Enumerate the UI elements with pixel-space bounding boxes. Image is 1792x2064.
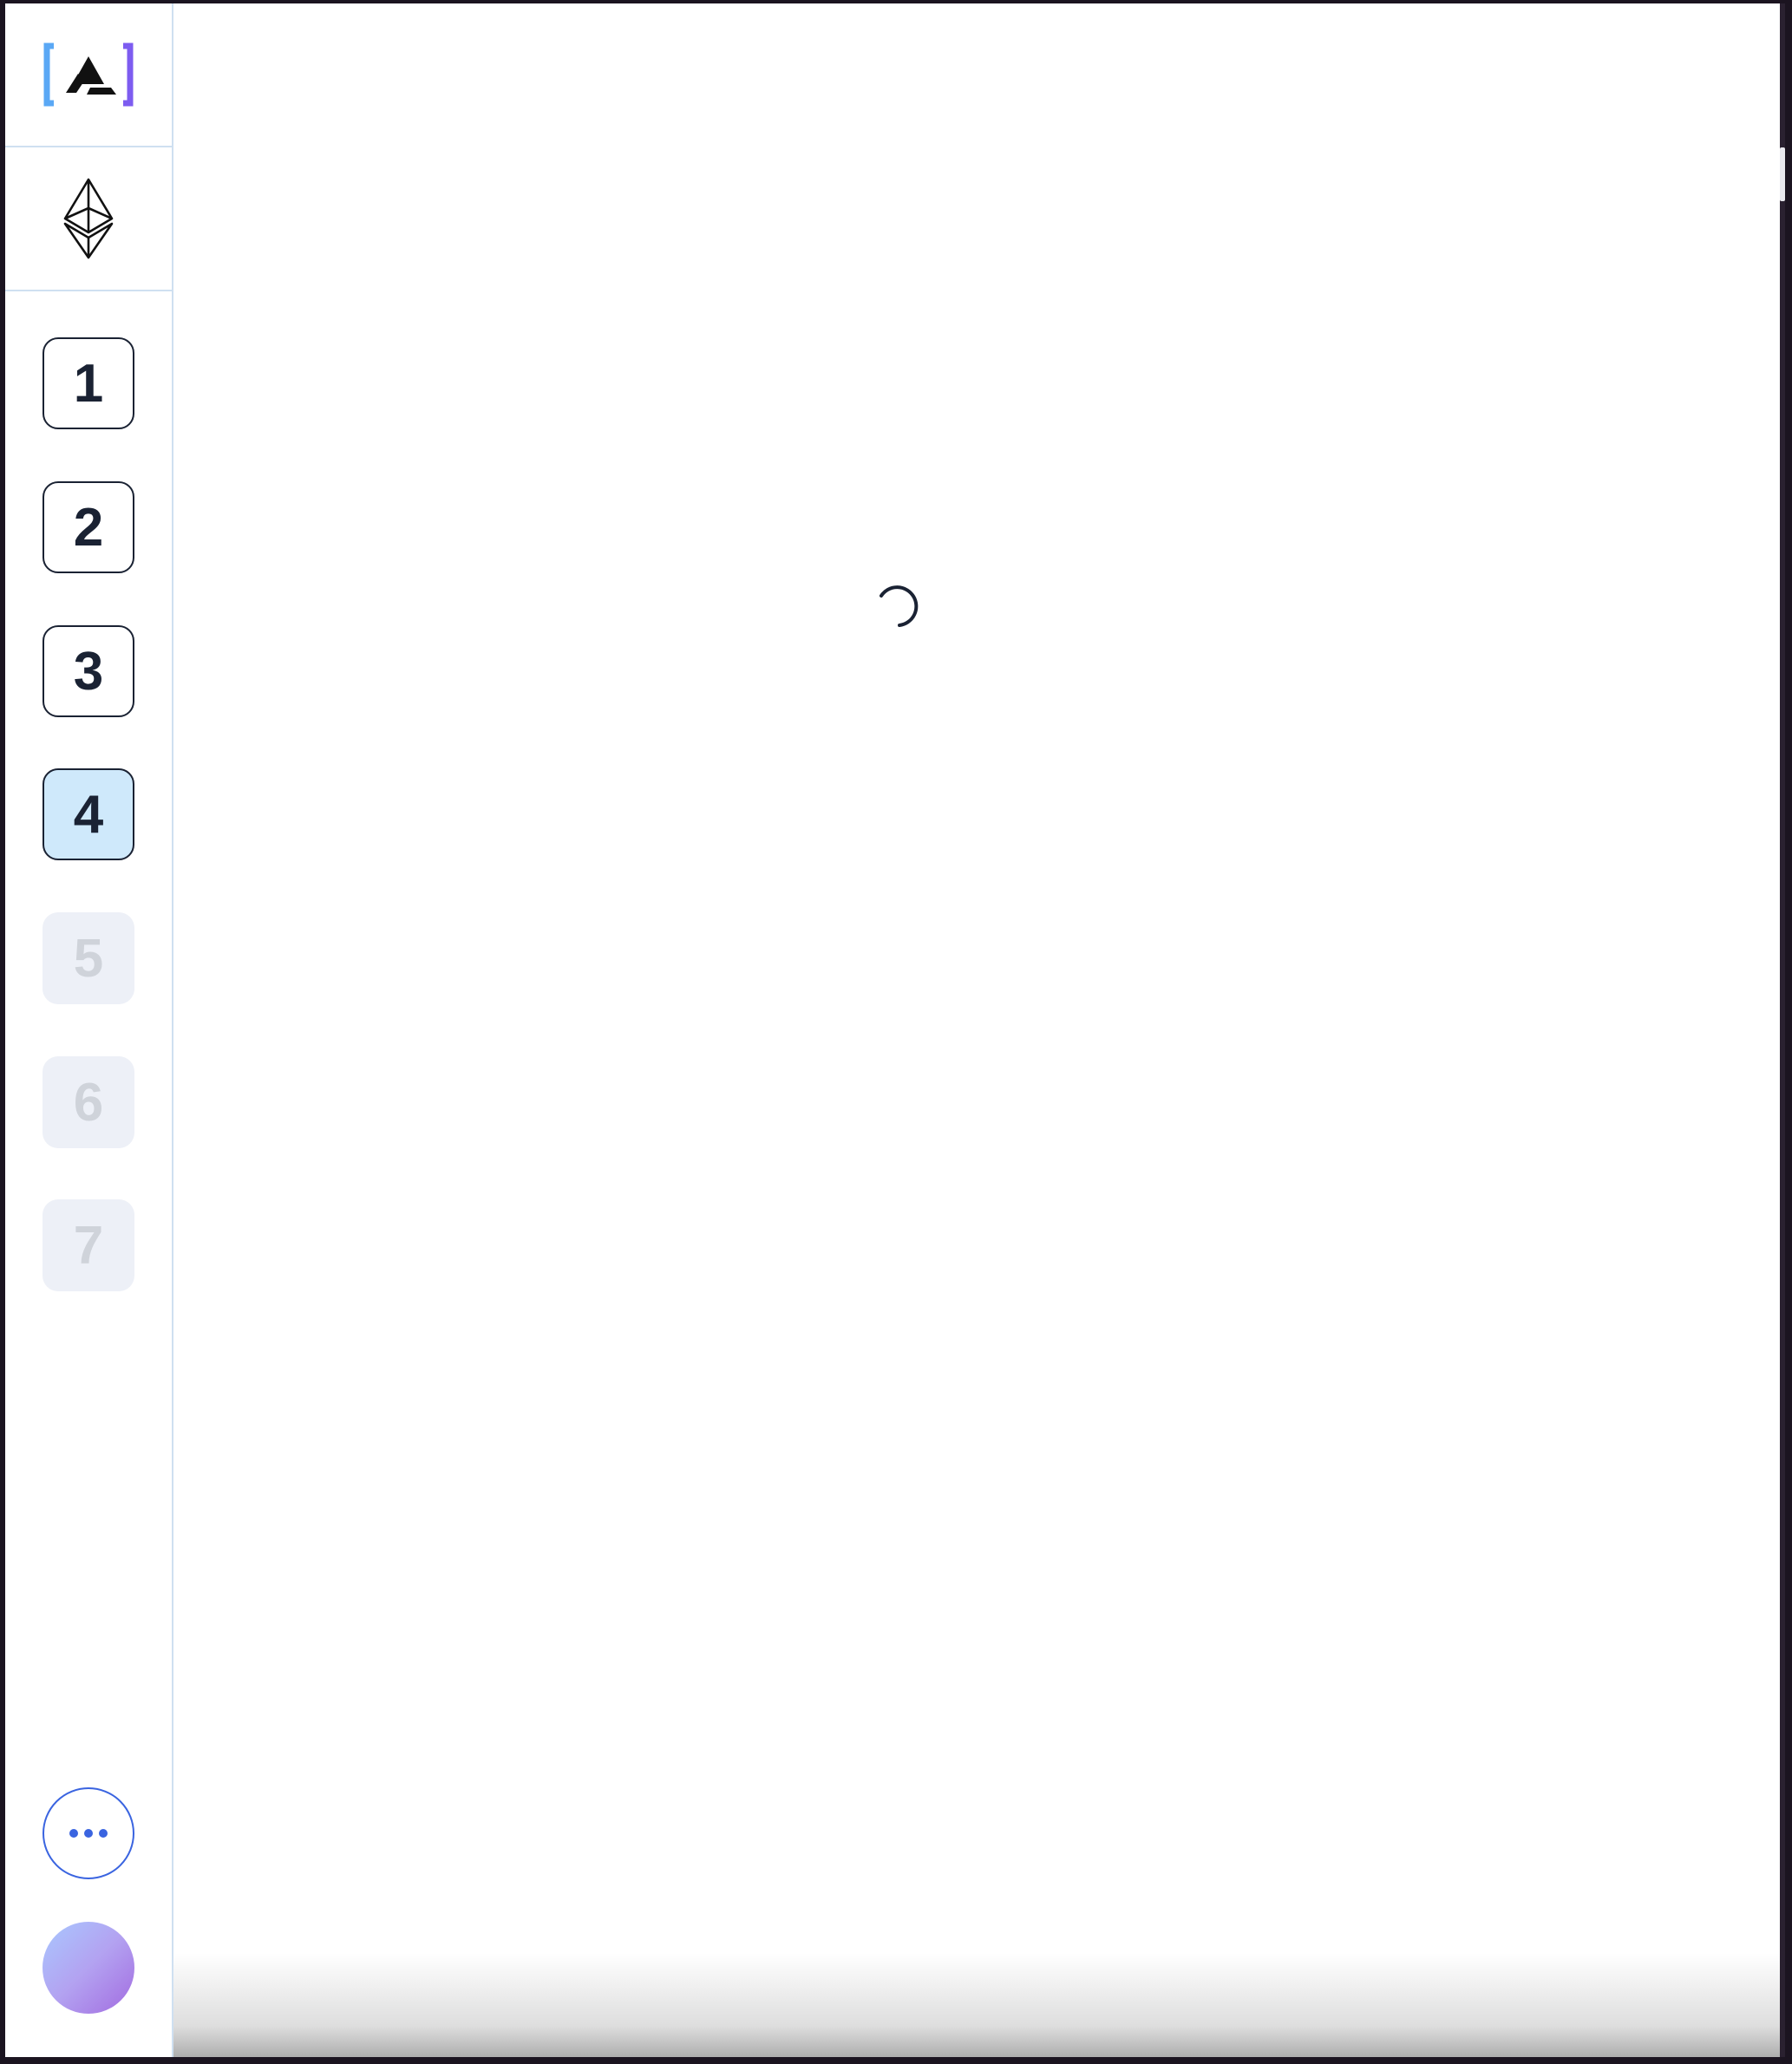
bottom-fade-overlay bbox=[173, 1953, 1785, 2057]
bracketed-a-logo-icon[interactable] bbox=[43, 42, 134, 107]
app-window: 1 2 3 4 5 6 7 bbox=[5, 3, 1785, 2057]
step-3-button[interactable]: 3 bbox=[43, 625, 134, 717]
step-7-button: 7 bbox=[43, 1199, 134, 1291]
step-1-button[interactable]: 1 bbox=[43, 337, 134, 429]
network-section[interactable] bbox=[5, 147, 172, 291]
step-5-button: 5 bbox=[43, 912, 134, 1004]
more-dots-icon bbox=[69, 1829, 108, 1838]
logo-section bbox=[5, 3, 172, 147]
user-avatar[interactable] bbox=[43, 1922, 134, 2014]
scrollbar-thumb[interactable] bbox=[1780, 147, 1785, 201]
window-scrollbar[interactable] bbox=[1780, 3, 1785, 2057]
sidebar: 1 2 3 4 5 6 7 bbox=[5, 3, 173, 2057]
step-2-button[interactable]: 2 bbox=[43, 481, 134, 573]
step-4-button[interactable]: 4 bbox=[43, 768, 134, 860]
main-content bbox=[173, 3, 1785, 2057]
more-options-button[interactable] bbox=[43, 1787, 134, 1879]
step-6-button: 6 bbox=[43, 1056, 134, 1148]
ethereum-icon[interactable] bbox=[62, 177, 115, 260]
loading-spinner-icon bbox=[880, 585, 919, 627]
